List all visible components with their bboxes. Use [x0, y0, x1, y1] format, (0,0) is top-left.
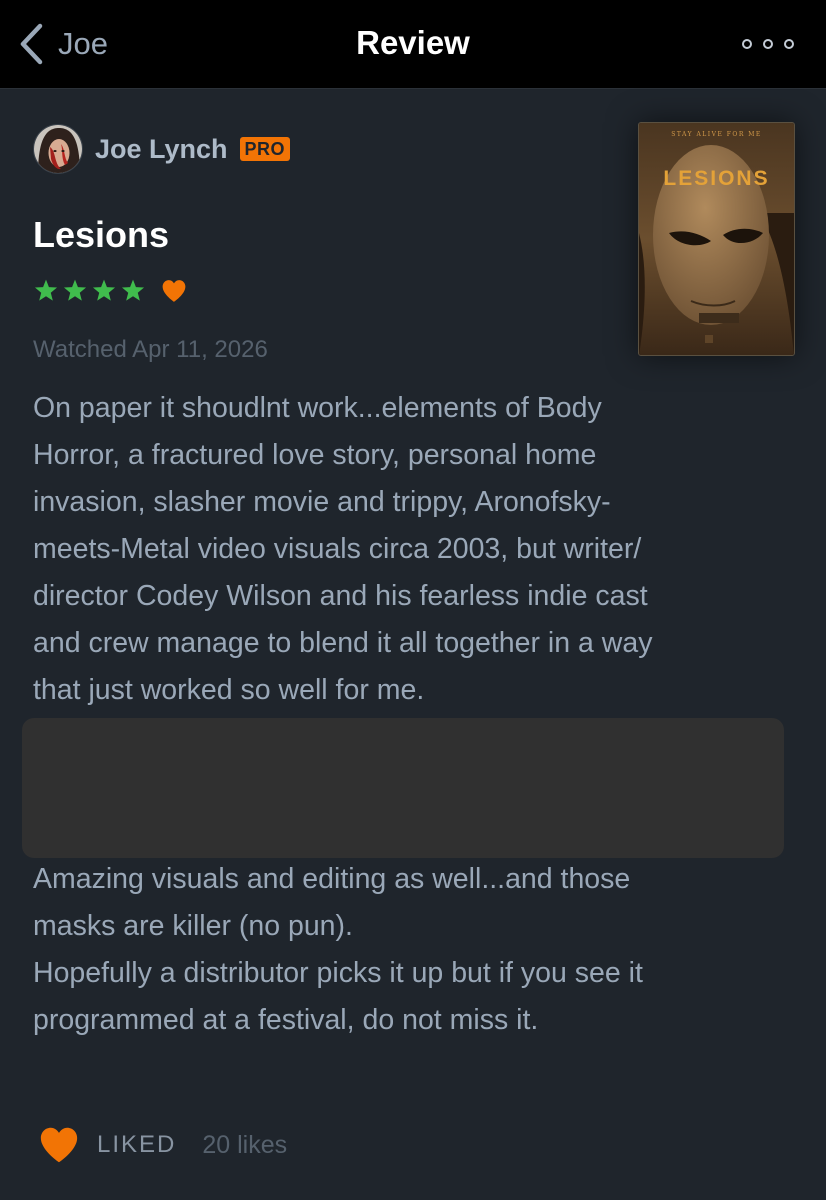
- top-nav-bar: Joe Review: [0, 0, 826, 89]
- star-icon: [92, 279, 116, 301]
- avatar[interactable]: [33, 124, 83, 174]
- review-line: invasion, slasher movie and trippy, Aron…: [33, 486, 611, 518]
- review-line: masks are killer (no pun).: [33, 910, 353, 942]
- review-paragraph-1: On paper it shoudlnt work...elements of …: [33, 385, 773, 714]
- film-poster[interactable]: STAY ALIVE FOR ME LESIONS: [638, 122, 795, 356]
- star-rating: [33, 278, 187, 304]
- back-label: Joe: [58, 26, 108, 61]
- watched-date: Watched Apr 11, 2026: [33, 336, 268, 363]
- page-title: Review: [356, 24, 470, 61]
- pro-badge: PRO: [239, 137, 291, 161]
- chevron-left-icon: [18, 22, 44, 66]
- poster-title: LESIONS: [663, 167, 770, 190]
- review-line: Hopefully a distributor picks it up but …: [33, 957, 643, 989]
- redacted-block: [22, 718, 784, 858]
- star-icon: [34, 279, 58, 301]
- liked-label[interactable]: LIKED: [97, 1131, 176, 1159]
- ellipsis-icon-dot-3: [784, 39, 794, 49]
- review-line: meets-Metal video visuals circa 2003, bu…: [33, 533, 642, 565]
- ellipsis-icon-dot-1: [742, 39, 752, 49]
- author-name[interactable]: Joe Lynch: [95, 134, 228, 165]
- review-line: and crew manage to blend it all together…: [33, 627, 653, 659]
- star-icon: [63, 279, 87, 301]
- like-bar: LIKED 20 likes: [38, 1126, 287, 1164]
- review-line: Horror, a fractured love story, personal…: [33, 439, 597, 471]
- likes-count[interactable]: 20 likes: [202, 1131, 287, 1160]
- back-button[interactable]: Joe: [18, 22, 108, 66]
- ellipsis-icon-dot-2: [763, 39, 773, 49]
- review-paragraph-2: Amazing visuals and editing as well...an…: [33, 856, 773, 1044]
- star-icon: [121, 279, 145, 301]
- review-line: that just worked so well for me.: [33, 674, 425, 706]
- heart-icon: [40, 1127, 78, 1163]
- review-line: programmed at a festival, do not miss it…: [33, 1004, 539, 1036]
- more-options-button[interactable]: [742, 34, 794, 54]
- review-line: Amazing visuals and editing as well...an…: [33, 863, 631, 895]
- review-line: director Codey Wilson and his fearless i…: [33, 580, 648, 612]
- review-author[interactable]: Joe Lynch PRO: [33, 124, 291, 174]
- heart-icon: [162, 280, 186, 302]
- film-title[interactable]: Lesions: [33, 214, 169, 256]
- poster-tagline: STAY ALIVE FOR ME: [671, 131, 762, 138]
- like-button[interactable]: [38, 1126, 80, 1164]
- review-line: On paper it shoudlnt work...elements of …: [33, 392, 602, 424]
